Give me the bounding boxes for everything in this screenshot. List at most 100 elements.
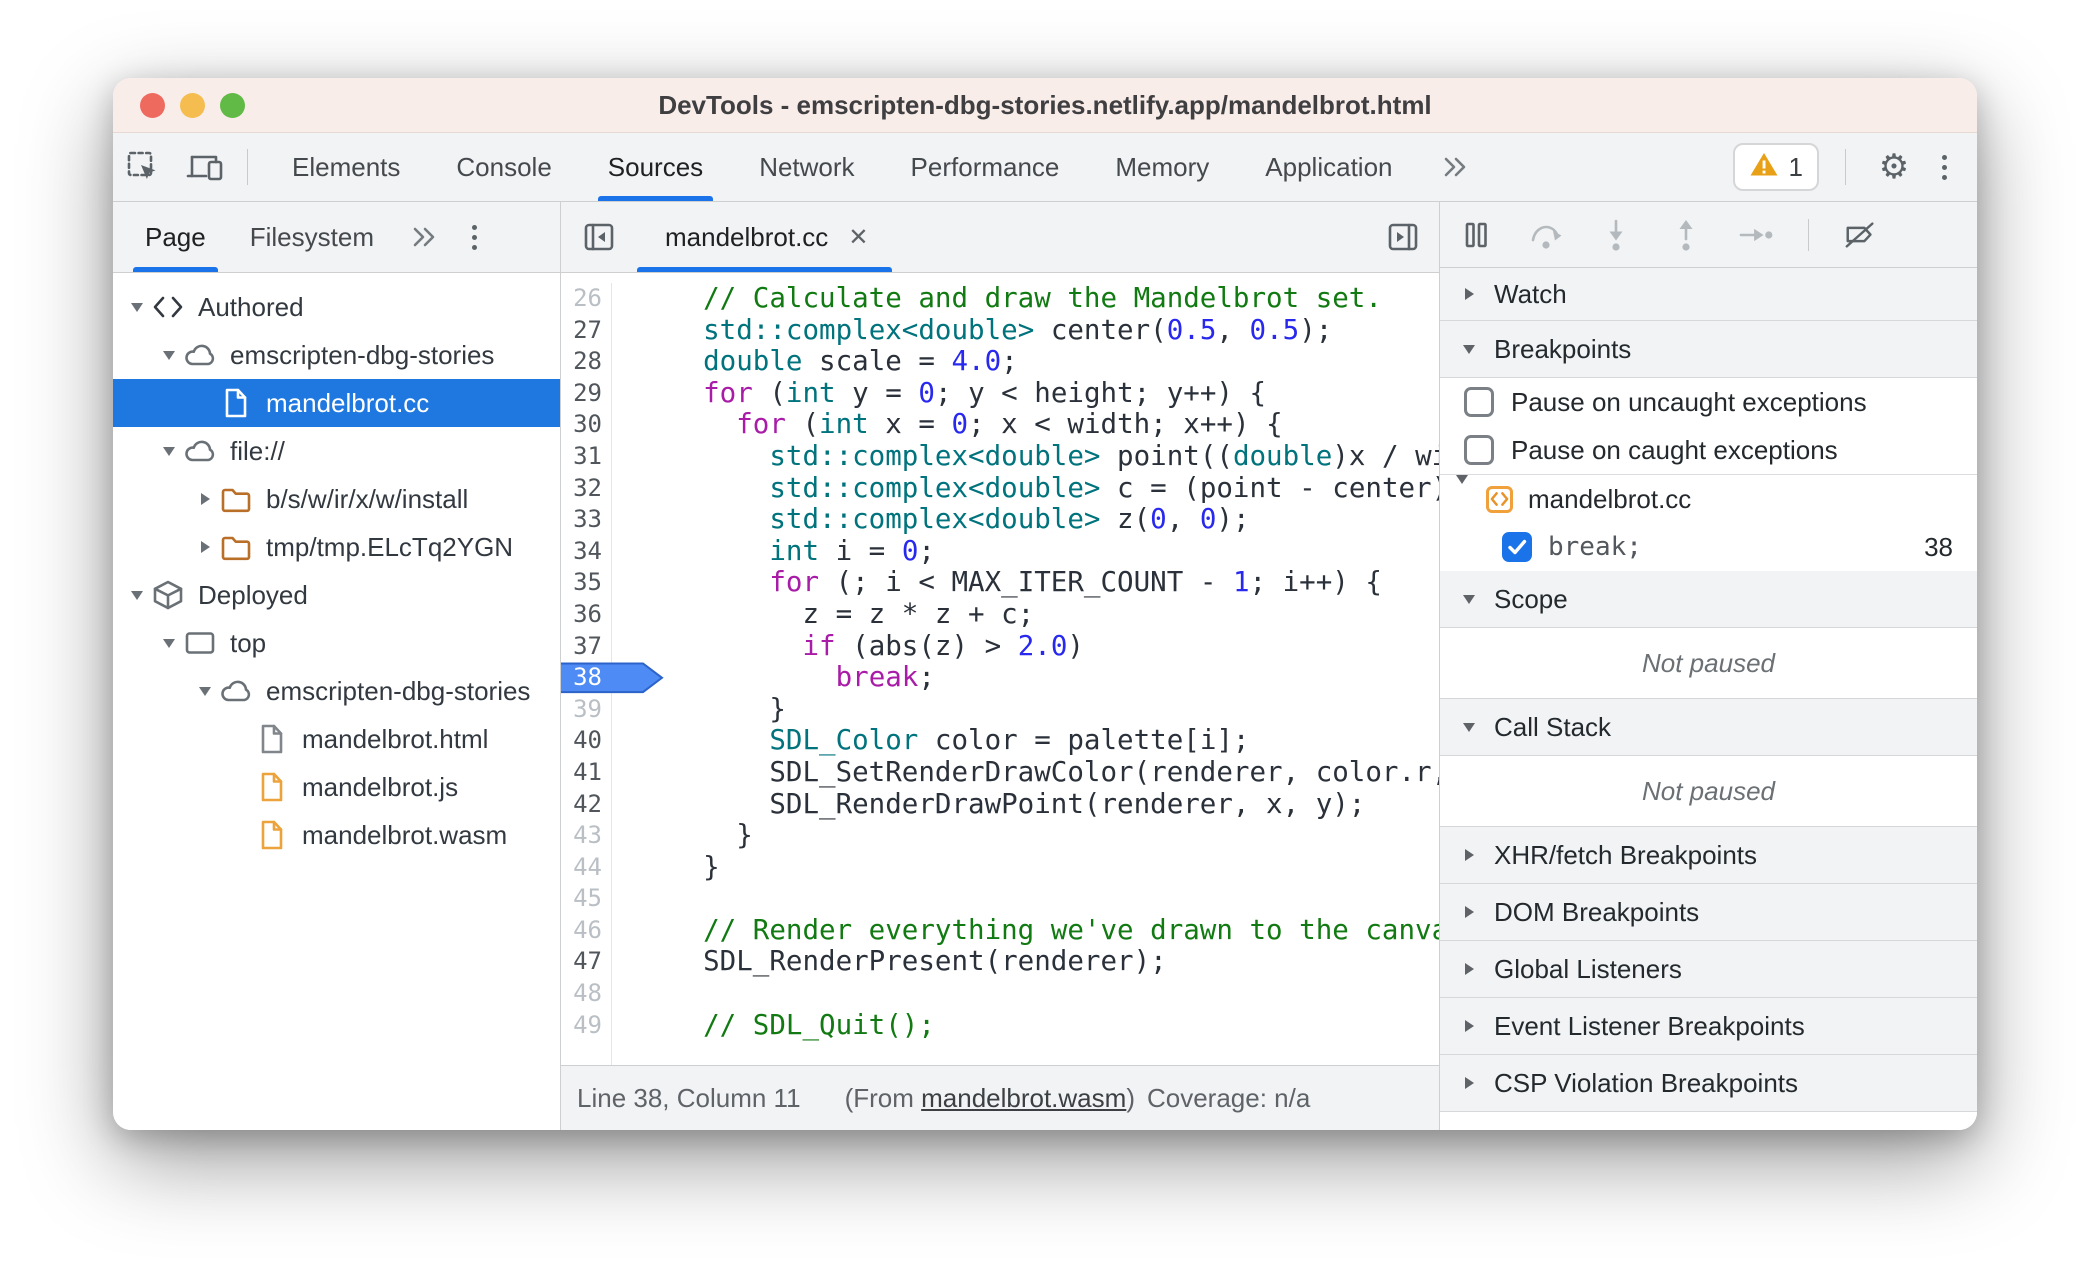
line-number[interactable]: 35 [561, 567, 612, 599]
device-toolbar-icon[interactable] [183, 145, 227, 189]
expanded-arrow-icon[interactable] [127, 590, 147, 600]
tree-item-tmp-tmp-elctq2ygn[interactable]: tmp/tmp.ELcTq2YGN [113, 523, 560, 571]
line-number[interactable]: 34 [561, 535, 612, 568]
section-header-event-listener-breakpoints[interactable]: Event Listener Breakpoints [1440, 998, 1977, 1055]
step-out-icon[interactable] [1668, 217, 1704, 253]
expanded-arrow-icon[interactable] [159, 350, 179, 360]
tab-memory[interactable]: Memory [1115, 133, 1209, 201]
line-number[interactable]: 44 [561, 851, 612, 884]
tab-application[interactable]: Application [1265, 133, 1392, 201]
gear-icon[interactable]: ⚙ [1872, 145, 1916, 189]
line-number[interactable]: 47 [561, 946, 612, 979]
section-header-call-stack[interactable]: Call Stack [1440, 699, 1977, 756]
collapsed-arrow-icon[interactable] [195, 493, 215, 505]
tree-item-mandelbrot-html[interactable]: mandelbrot.html [113, 715, 560, 763]
navigator-header: Page Filesystem [113, 202, 560, 273]
navigator-menu-icon[interactable] [471, 224, 477, 250]
breakpoint-line-number[interactable]: 38 [561, 662, 664, 694]
close-icon[interactable]: ✕ [848, 223, 868, 252]
tree-item-mandelbrot-js[interactable]: mandelbrot.js [113, 763, 560, 811]
line-number[interactable]: 26 [561, 283, 612, 315]
tree-item-mandelbrot-cc[interactable]: mandelbrot.cc [113, 379, 560, 427]
tree-item-b-s-w-ir-x-w-install[interactable]: b/s/w/ir/x/w/install [113, 475, 560, 523]
breakpoint-item[interactable]: break; 38 [1440, 523, 1977, 571]
tab-network[interactable]: Network [759, 133, 854, 201]
navigator-tab-filesystem[interactable]: Filesystem [250, 202, 374, 272]
line-number[interactable]: 40 [561, 725, 612, 757]
wasm-file-link[interactable]: mandelbrot.wasm [921, 1083, 1126, 1113]
section-header-breakpoints[interactable]: Breakpoints [1440, 321, 1977, 378]
checkbox[interactable] [1464, 387, 1494, 417]
line-number[interactable]: 28 [561, 346, 612, 378]
checkbox-row-pause-on-uncaught-exceptions[interactable]: Pause on uncaught exceptions [1440, 378, 1977, 426]
tree-item-label: tmp/tmp.ELcTq2YGN [266, 531, 514, 562]
line-number[interactable]: 46 [561, 914, 612, 947]
tree-item-label: mandelbrot.wasm [302, 819, 508, 850]
line-number[interactable]: 29 [561, 377, 612, 410]
checkbox[interactable] [1464, 435, 1494, 465]
inspect-element-icon[interactable] [121, 145, 165, 189]
step-into-icon[interactable] [1598, 217, 1634, 253]
navigator-more-tabs-icon[interactable] [410, 224, 438, 250]
code-text: SDL_SetRenderDrawColor(renderer, color.r… [769, 756, 1439, 788]
line-number[interactable]: 32 [561, 472, 612, 505]
expanded-arrow-icon[interactable] [1456, 474, 1478, 515]
tree-item-top[interactable]: top [113, 619, 560, 667]
checkbox-row-pause-on-caught-exceptions[interactable]: Pause on caught exceptions [1440, 426, 1977, 474]
section-header-global-listeners[interactable]: Global Listeners [1440, 941, 1977, 998]
line-number[interactable]: 39 [561, 693, 612, 726]
more-tabs-icon[interactable] [1441, 154, 1469, 180]
tab-elements[interactable]: Elements [292, 133, 400, 201]
tree-item-file-[interactable]: file:// [113, 427, 560, 475]
tab-sources[interactable]: Sources [597, 133, 714, 201]
breakpoint-code-label: break; [1548, 532, 1642, 562]
line-number[interactable]: 45 [561, 883, 612, 915]
source-code-viewer[interactable]: 26 // Calculate and draw the Mandelbrot … [561, 273, 1439, 1065]
tree-item-emscripten-dbg-stories[interactable]: emscripten-dbg-stories [113, 331, 560, 379]
expanded-arrow-icon[interactable] [195, 686, 215, 696]
line-number[interactable]: 27 [561, 314, 612, 347]
deactivate-breakpoints-icon[interactable] [1843, 217, 1879, 253]
line-number[interactable]: 37 [561, 630, 612, 663]
breakpoint-checkbox[interactable] [1502, 532, 1532, 562]
expanded-arrow-icon[interactable] [127, 302, 147, 312]
line-number[interactable]: 31 [561, 440, 612, 473]
tree-item-label: mandelbrot.cc [266, 387, 430, 418]
tab-console[interactable]: Console [456, 133, 551, 201]
section-header-dom-breakpoints[interactable]: DOM Breakpoints [1440, 884, 1977, 941]
pause-icon[interactable] [1458, 217, 1494, 253]
line-number[interactable]: 33 [561, 504, 612, 536]
show-debugger-panel-icon[interactable] [1379, 213, 1427, 261]
line-number[interactable]: 36 [561, 598, 612, 631]
section-header-xhr-fetch-breakpoints[interactable]: XHR/fetch Breakpoints [1440, 827, 1977, 884]
issues-badge[interactable]: 1 [1732, 143, 1819, 191]
tree-item-label: top [230, 627, 267, 658]
line-number[interactable]: 49 [561, 1009, 612, 1042]
breakpoint-file-group[interactable]: mandelbrot.cc [1440, 474, 1977, 523]
tree-item-mandelbrot-wasm[interactable]: mandelbrot.wasm [113, 811, 560, 859]
kebab-menu-icon[interactable] [1942, 154, 1947, 180]
step-over-icon[interactable] [1528, 217, 1564, 253]
editor-tab-label: mandelbrot.cc [665, 221, 829, 252]
hide-navigator-icon[interactable] [575, 213, 623, 261]
collapsed-arrow-icon [1460, 288, 1478, 300]
section-header-watch[interactable]: Watch [1440, 268, 1977, 321]
tree-item-label: emscripten-dbg-stories [266, 675, 531, 706]
tree-item-emscripten-dbg-stories[interactable]: emscripten-dbg-stories [113, 667, 560, 715]
expanded-arrow-icon[interactable] [159, 638, 179, 648]
step-icon[interactable] [1738, 217, 1774, 253]
tree-item-authored[interactable]: Authored [113, 283, 560, 331]
tab-performance[interactable]: Performance [911, 133, 1060, 201]
collapsed-arrow-icon[interactable] [195, 541, 215, 553]
line-number[interactable]: 30 [561, 409, 612, 441]
line-number[interactable]: 43 [561, 820, 612, 852]
line-number[interactable]: 42 [561, 788, 612, 821]
line-number[interactable]: 48 [561, 978, 612, 1010]
line-number[interactable]: 41 [561, 756, 612, 789]
expanded-arrow-icon[interactable] [159, 446, 179, 456]
editor-tab-mandelbrot-cc[interactable]: mandelbrot.cc ✕ [637, 202, 893, 272]
section-header-csp-violation-breakpoints[interactable]: CSP Violation Breakpoints [1440, 1055, 1977, 1112]
tree-item-deployed[interactable]: Deployed [113, 571, 560, 619]
section-header-scope[interactable]: Scope [1440, 571, 1977, 628]
navigator-tab-page[interactable]: Page [133, 202, 218, 272]
